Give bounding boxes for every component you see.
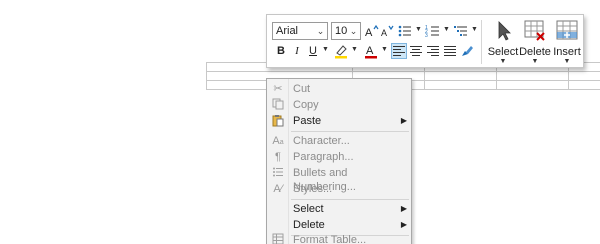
submenu-arrow-icon: ▶	[400, 116, 407, 125]
menu-item-select[interactable]: Select ▶	[267, 201, 413, 217]
delete-button[interactable]: Delete ▼	[517, 19, 553, 65]
menu-separator	[291, 131, 409, 132]
table-icon	[271, 233, 285, 244]
menu-item-delete[interactable]: Delete ▶	[267, 217, 413, 233]
shrink-font-icon: A	[381, 25, 394, 38]
bullets-icon	[271, 166, 285, 180]
bullets-dropdown-icon[interactable]: ▼	[415, 26, 422, 33]
highlight-button[interactable]	[333, 43, 349, 59]
justify-button[interactable]	[442, 43, 458, 59]
font-color-dropdown-icon[interactable]: ▼	[381, 46, 388, 53]
cursor-arrow-icon	[498, 21, 511, 41]
justify-icon	[444, 46, 456, 56]
align-right-icon	[427, 46, 439, 56]
font-size-value: 10	[335, 25, 348, 37]
highlighter-icon	[335, 45, 347, 59]
menu-item-label: Paste	[293, 115, 322, 127]
align-center-button[interactable]	[408, 43, 424, 59]
font-name-value: Arial	[276, 25, 299, 37]
multilevel-dropdown-icon[interactable]: ▼	[471, 26, 478, 33]
menu-item-character[interactable]: Aa Character...	[267, 133, 413, 149]
menu-item-paste[interactable]: Paste ▶	[267, 113, 413, 129]
numbering-dropdown-icon[interactable]: ▼	[443, 26, 450, 33]
grow-font-button[interactable]: A	[364, 23, 380, 39]
grow-font-icon: A	[365, 24, 379, 39]
shrink-font-button[interactable]: A	[379, 23, 395, 39]
styles-icon: A⁄	[273, 183, 283, 195]
svg-text:3: 3	[425, 33, 428, 39]
menu-item-label: Format Table...	[293, 234, 367, 244]
multilevel-list-icon	[454, 26, 467, 36]
scissors-icon: ✂	[273, 83, 283, 95]
svg-text:A: A	[381, 28, 387, 38]
delete-table-icon	[524, 20, 545, 41]
underline-button[interactable]: U	[305, 43, 321, 59]
copy-icon	[271, 98, 285, 112]
menu-item-format-table[interactable]: Format Table...	[267, 232, 413, 244]
svg-text:A: A	[366, 45, 374, 57]
bullets-button[interactable]	[397, 23, 413, 39]
bullet-list-icon	[398, 25, 411, 37]
align-right-button[interactable]	[425, 43, 441, 59]
insert-button[interactable]: Insert ▼	[549, 19, 585, 65]
paragraph-icon: ¶	[275, 151, 281, 163]
multilevel-list-button[interactable]	[453, 23, 469, 39]
menu-item-label: Copy	[293, 99, 319, 111]
font-name-select[interactable]: Arial ⌄	[272, 22, 328, 40]
numbering-button[interactable]: 1 2 3	[425, 23, 441, 39]
chevron-down-icon: ⌄	[316, 26, 325, 36]
font-color-icon: A	[365, 45, 377, 59]
numbered-list-icon: 1 2 3	[425, 25, 439, 39]
menu-item-paragraph[interactable]: ¶ Paragraph...	[267, 149, 413, 165]
mini-toolbar: Arial ⌄ 10 ⌄ A A ▼ 1 2 3 ▼ ▼ B I U ▼ ▼ A…	[266, 14, 584, 68]
styles-brush-icon	[462, 46, 473, 56]
menu-item-cut[interactable]: ✂ Cut	[267, 81, 413, 97]
font-color-button[interactable]: A	[363, 43, 379, 59]
menu-item-label: Character...	[293, 135, 350, 147]
styles-button[interactable]	[459, 43, 475, 59]
menu-item-label: Paragraph...	[293, 151, 354, 163]
select-button[interactable]: Select ▼	[485, 19, 521, 65]
menu-separator	[291, 199, 409, 200]
select-dropdown-icon: ▼	[499, 58, 507, 65]
submenu-arrow-icon: ▶	[400, 220, 407, 229]
submenu-arrow-icon: ▶	[400, 204, 407, 213]
menu-item-styles[interactable]: A⁄ Styles...	[267, 181, 413, 197]
highlight-dropdown-icon[interactable]: ▼	[351, 46, 358, 53]
font-size-select[interactable]: 10 ⌄	[331, 22, 361, 40]
delete-dropdown-icon: ▼	[531, 58, 539, 65]
svg-text:A: A	[365, 27, 373, 39]
menu-item-label: Select	[293, 203, 324, 215]
insert-table-icon	[556, 20, 578, 40]
menu-item-bullets-numbering[interactable]: Bullets and Numbering...	[267, 165, 413, 193]
align-left-button[interactable]	[391, 43, 407, 59]
character-icon: Aa	[272, 135, 284, 147]
menu-item-copy[interactable]: Copy	[267, 97, 413, 113]
underline-dropdown-icon[interactable]: ▼	[322, 46, 329, 53]
insert-dropdown-icon: ▼	[563, 58, 571, 65]
insert-button-label: Insert	[553, 46, 581, 58]
bold-button[interactable]: B	[273, 43, 289, 59]
menu-item-label: Cut	[293, 83, 311, 95]
context-menu: ✂ Cut Copy Paste ▶ Aa Character... ¶ Par…	[266, 78, 412, 244]
italic-button[interactable]: I	[289, 43, 305, 59]
menu-item-label: Styles...	[293, 183, 333, 195]
align-center-icon	[410, 46, 422, 56]
menu-item-label: Delete	[293, 219, 325, 231]
align-left-icon	[393, 46, 405, 56]
chevron-down-icon: ⌄	[349, 26, 358, 36]
paste-icon	[271, 114, 285, 128]
